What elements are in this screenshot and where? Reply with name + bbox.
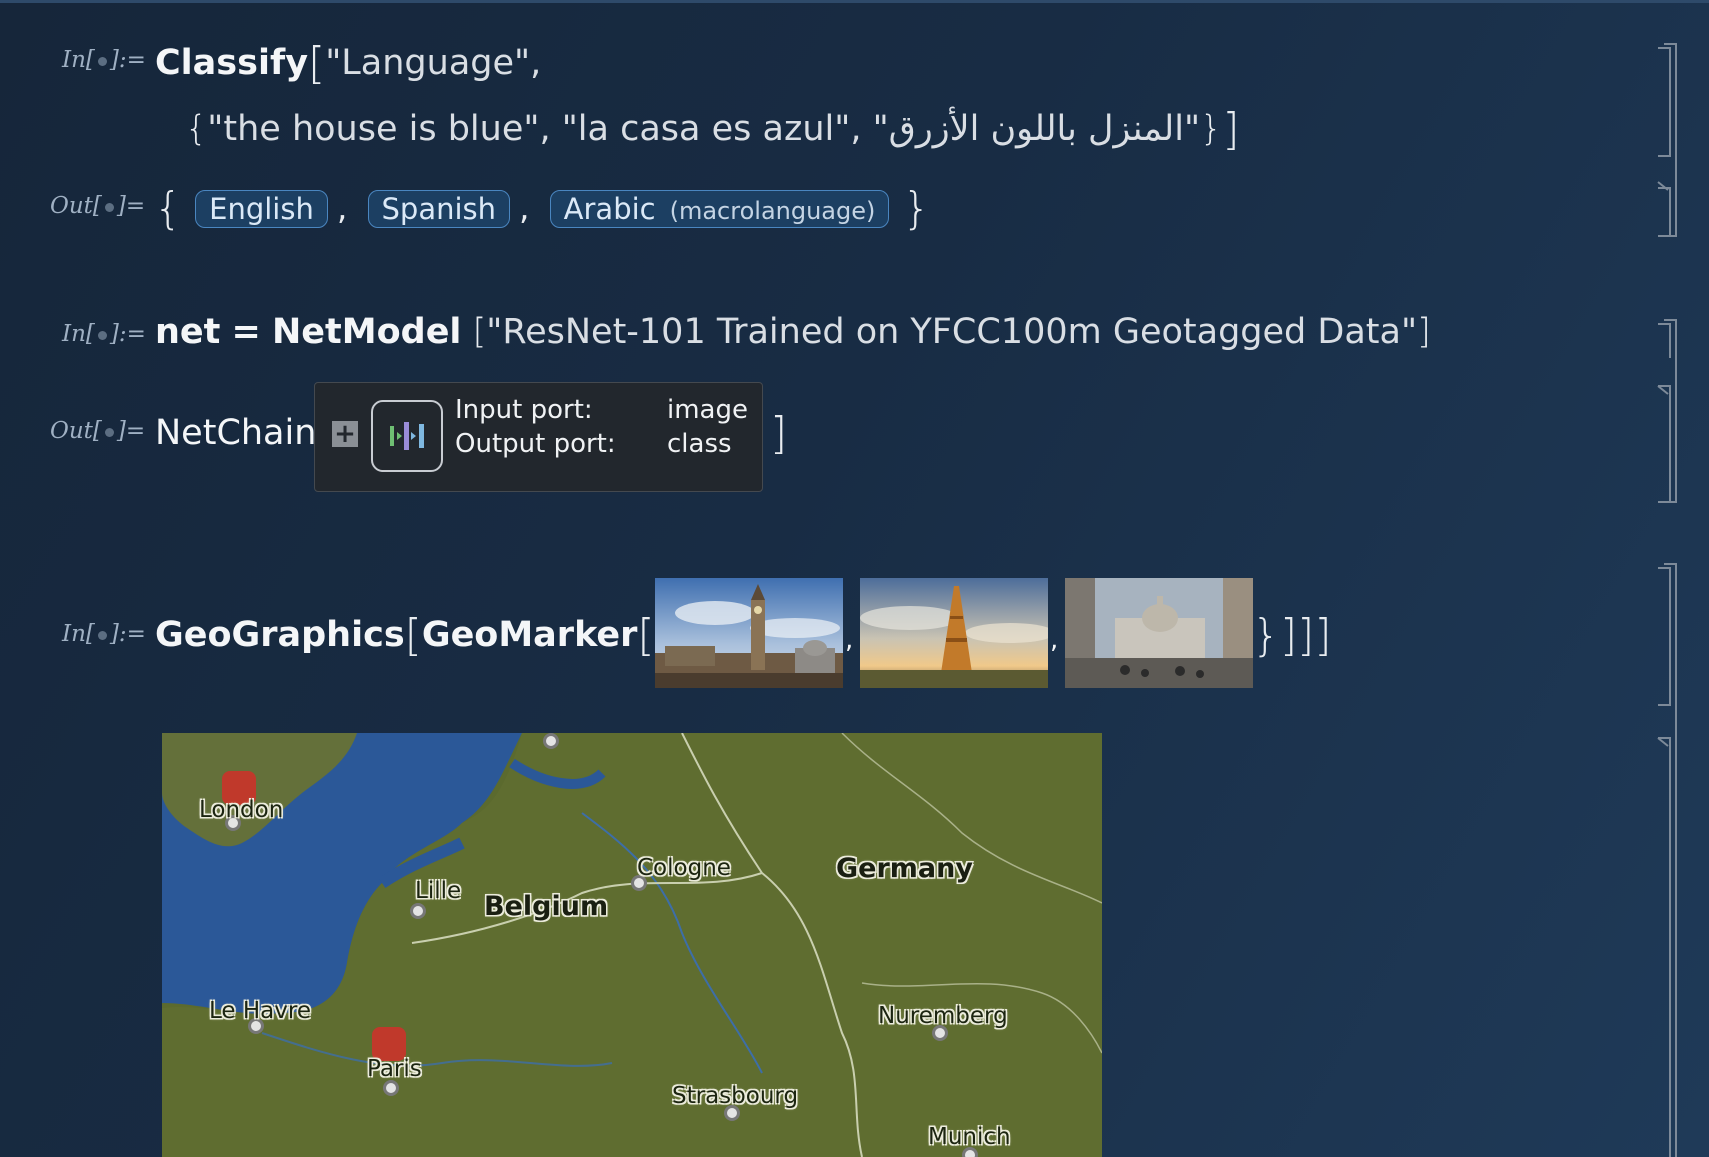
input-line-1[interactable]: Classify["Language",: [155, 38, 541, 89]
lille-dot: [410, 903, 426, 919]
netmodel-function: NetModel: [272, 312, 462, 352]
city-label-lille: Lille: [415, 878, 462, 904]
out-label-1: Out[]=: [50, 193, 146, 219]
close-brackets: }]]]: [1252, 610, 1332, 661]
open-brace: {: [185, 109, 208, 149]
classify-function: Classify: [155, 43, 309, 83]
output-port-label: Output port:: [455, 429, 616, 459]
entity-spanish[interactable]: Spanish: [367, 190, 511, 228]
paris-dot: [383, 1080, 399, 1096]
country-label-germany: Germany: [836, 853, 973, 884]
cell-number-dot: [97, 330, 107, 340]
open-bracket: [: [472, 312, 487, 352]
close-bracket: ]: [770, 408, 788, 459]
input-line-4-close: }]]]: [1252, 610, 1332, 661]
expand-plus-icon[interactable]: +: [332, 421, 358, 447]
output-line-1: { English, Spanish, Arabic (macrolanguage…: [154, 183, 931, 234]
net-variable: net: [155, 312, 221, 352]
netchain-close: ]: [770, 408, 787, 459]
close-bracket: ]: [1417, 312, 1431, 352]
cell-brackets[interactable]: [1648, 40, 1688, 1157]
eiffel-tower-photo[interactable]: [860, 578, 1048, 688]
open-brace: {: [154, 183, 182, 234]
geomarker-function: GeoMarker: [421, 615, 638, 655]
input-line-3[interactable]: net = NetModel ["ResNet-101 Trained on Y…: [155, 312, 1431, 352]
netchain-head: NetChain[: [155, 408, 334, 459]
city-label-london: London: [199, 797, 284, 823]
input-port-value: image: [667, 395, 748, 425]
cell-number-dot: [104, 427, 114, 437]
out-label-2: Out[]=: [50, 418, 146, 444]
entity-arabic[interactable]: Arabic (macrolanguage): [549, 190, 890, 228]
cell-number-dot: [97, 56, 107, 66]
netchain-label: NetChain: [155, 413, 317, 453]
city-label-cologne: Cologne: [637, 855, 731, 881]
string-list: "the house is blue", "la casa es azul", …: [207, 109, 1201, 149]
netchain-summary-box[interactable]: + Input port: image Output port: class: [314, 382, 763, 492]
input-line-2[interactable]: {"the house is blue", "la casa es azul",…: [185, 104, 1240, 155]
top-city-dot: [543, 733, 559, 749]
equals-sign: =: [231, 312, 261, 352]
output-port-value: class: [667, 429, 732, 459]
cell-number-dot: [104, 202, 114, 212]
city-label-nuremberg: Nuremberg: [878, 1003, 1008, 1029]
classify-arg: "Language",: [325, 43, 542, 83]
image-separator-comma: ,: [1050, 625, 1059, 655]
city-label-strasbourg: Strasbourg: [672, 1083, 799, 1109]
open-bracket: [: [637, 610, 655, 661]
close-bracket: ]: [1222, 104, 1240, 155]
geographics-map[interactable]: London Lille Cologne Le Havre Paris Stra…: [162, 733, 1102, 1157]
open-bracket: [: [404, 610, 422, 661]
city-label-paris: Paris: [367, 1056, 422, 1082]
neural-net-icon: [371, 400, 443, 472]
image-separator-comma: ,: [845, 625, 854, 655]
close-brace: }: [1200, 109, 1223, 149]
in-label-3: In[]:=: [62, 621, 146, 647]
model-name-string: "ResNet-101 Trained on YFCC100m Geotagge…: [486, 312, 1418, 352]
window-top-edge: [0, 0, 1709, 3]
st-peters-basilica-photo[interactable]: [1065, 578, 1253, 688]
open-bracket: [: [308, 38, 326, 89]
in-label-1: In[]:=: [62, 47, 146, 73]
input-port-label: Input port:: [455, 395, 593, 425]
close-brace: }: [902, 183, 931, 234]
in-label-2: In[]:=: [62, 321, 146, 347]
geographics-function: GeoGraphics: [155, 615, 405, 655]
country-label-belgium: Belgium: [484, 891, 609, 922]
map-background: [162, 733, 1102, 1157]
city-label-le-havre: Le Havre: [209, 998, 311, 1024]
city-label-munich: Munich: [928, 1124, 1011, 1150]
cell-number-dot: [97, 630, 107, 640]
big-ben-photo[interactable]: [655, 578, 843, 688]
entity-english[interactable]: English: [195, 190, 328, 228]
